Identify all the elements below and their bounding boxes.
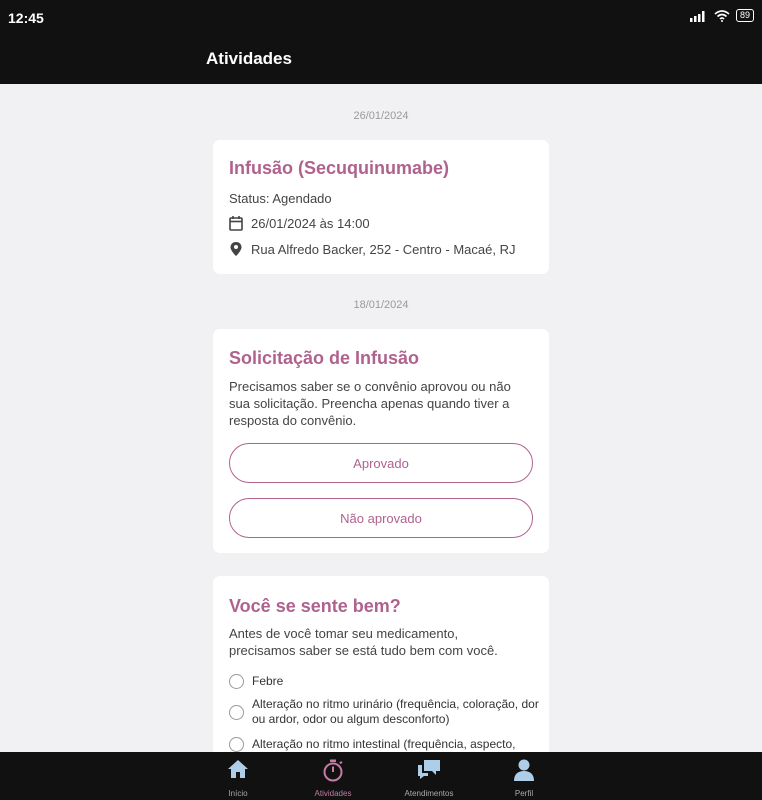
infusion-status: Status: Agendado	[229, 191, 332, 206]
status-time: 12:45	[8, 10, 44, 26]
symptom-label: Alteração no ritmo urinário (frequência,…	[252, 697, 539, 727]
infusion-datetime: 26/01/2024 às 14:00	[251, 215, 370, 231]
radio-button[interactable]	[229, 737, 244, 752]
radio-button[interactable]	[229, 674, 244, 689]
date-separator: 18/01/2024	[353, 299, 409, 311]
page-title: Atividades	[206, 49, 292, 68]
location-pin-icon	[230, 242, 242, 256]
infusion-card[interactable]: Infusão (Secuquinumabe) Status: Agendado…	[213, 140, 549, 274]
bottom-navigation: Início Atividades Atendimentos Perfil	[0, 752, 762, 800]
wellness-card: Você se sente bem? Antes de você tomar s…	[213, 576, 549, 752]
nav-label: Atendimentos	[404, 789, 454, 798]
nav-label: Início	[228, 789, 248, 798]
infusion-request-title: Solicitação de Infusão	[229, 348, 420, 368]
person-icon	[479, 758, 569, 784]
description-line: sua solicitação. Preencha apenas quando …	[229, 396, 510, 411]
wellness-description: Antes de você tomar seu medicamento, pre…	[229, 625, 498, 659]
activities-feed[interactable]: 26/01/2024 Infusão (Secuquinumabe) Statu…	[0, 84, 762, 752]
status-bar: 12:45 89	[0, 0, 762, 34]
chat-icon	[384, 758, 474, 784]
description-line: Precisamos saber se o convênio aprovou o…	[229, 379, 511, 394]
symptom-option-urinary[interactable]: Alteração no ritmo urinário (frequência,…	[229, 697, 545, 727]
wellness-title: Você se sente bem?	[229, 596, 401, 616]
approved-button[interactable]: Aprovado	[229, 443, 533, 483]
infusion-address: Rua Alfredo Backer, 252 - Centro - Macaé…	[251, 241, 516, 257]
date-separator: 26/01/2024	[353, 110, 409, 122]
not-approved-button[interactable]: Não aprovado	[229, 498, 533, 538]
description-line: resposta do convênio.	[229, 413, 357, 428]
symptom-label: Alteração no ritmo intestinal (frequênci…	[252, 737, 516, 751]
symptom-option-intestinal[interactable]: Alteração no ritmo intestinal (frequênci…	[229, 737, 545, 752]
nav-item-inicio[interactable]: Início	[193, 752, 283, 800]
app-bar: Atividades	[0, 34, 762, 84]
symptom-option-fever[interactable]: Febre	[229, 674, 545, 689]
nav-item-atividades[interactable]: Atividades	[288, 752, 378, 800]
description-line: precisamos saber se está tudo bem com vo…	[229, 643, 498, 658]
home-icon	[193, 758, 283, 784]
stopwatch-icon	[288, 758, 378, 784]
infusion-address-row: Rua Alfredo Backer, 252 - Centro - Macaé…	[229, 241, 515, 257]
symptom-label-line: ou ardor, odor ou algum desconforto)	[252, 712, 450, 726]
infusion-datetime-row: 26/01/2024 às 14:00	[229, 215, 370, 231]
signal-icon	[689, 10, 705, 22]
infusion-request-description: Precisamos saber se o convênio aprovou o…	[229, 378, 511, 429]
radio-button[interactable]	[229, 704, 244, 720]
symptom-label: Febre	[252, 674, 284, 688]
battery-icon: 89	[735, 9, 754, 22]
infusion-card-title: Infusão (Secuquinumabe)	[229, 158, 450, 178]
nav-item-perfil[interactable]: Perfil	[479, 752, 569, 800]
wifi-icon	[714, 9, 730, 22]
nav-item-atendimentos[interactable]: Atendimentos	[384, 752, 474, 800]
status-icons: 89	[689, 9, 754, 22]
infusion-request-card: Solicitação de Infusão Precisamos saber …	[213, 329, 549, 553]
nav-label: Perfil	[514, 789, 534, 798]
nav-label: Atividades	[314, 789, 352, 798]
symptom-label-line: Alteração no ritmo urinário (frequência,…	[252, 697, 539, 711]
description-line: Antes de você tomar seu medicamento,	[229, 626, 459, 641]
calendar-icon	[229, 216, 243, 231]
